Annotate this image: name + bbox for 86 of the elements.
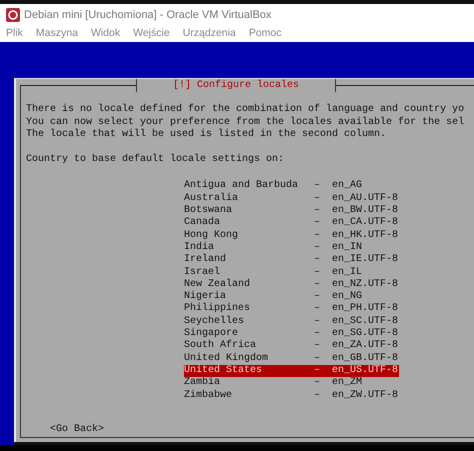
- locale-option[interactable]: United States – en_US.UTF-8: [184, 364, 399, 378]
- country-name: United Kingdom: [184, 352, 270, 364]
- app-icon: [6, 8, 20, 22]
- separator-dash: –: [314, 352, 322, 365]
- message-line: There is no locale defined for the combination of language and country yo: [26, 104, 466, 116]
- country-name: Singapore: [184, 328, 240, 340]
- locale-option[interactable]: Botswana – en_BW.UTF-8: [184, 205, 399, 218]
- menu-item[interactable]: Plik: [6, 26, 23, 42]
- locale-option[interactable]: Zimbabwe – en_ZW.UTF-8: [184, 390, 399, 402]
- locale-code: en_SC.UTF-8: [332, 316, 398, 328]
- locale-code: en_HK.UTF-8: [332, 230, 398, 242]
- locale-code: en_ZA.UTF-8: [332, 340, 398, 353]
- prompt-text: Country to base default locale settings on:: [26, 154, 286, 166]
- message-line: You can now select your preference from the locales available for the sel: [26, 116, 466, 128]
- country-name: Ireland: [184, 254, 228, 266]
- separator-dash: –: [314, 303, 322, 316]
- locale-code: en_GB.UTF-8: [332, 352, 398, 365]
- menu-item[interactable]: Urządzenia: [182, 26, 236, 42]
- country-name: Philippines: [184, 303, 252, 316]
- locale-option[interactable]: India – en_IN: [184, 242, 399, 254]
- country-name: Hong Kong: [184, 230, 240, 242]
- country-name: New Zealand: [184, 278, 252, 290]
- menu-item[interactable]: Widok: [90, 26, 120, 42]
- locale-code: en_SG.UTF-8: [332, 328, 398, 340]
- separator-dash: –: [314, 192, 322, 206]
- locale-code: en_IE.UTF-8: [332, 254, 398, 267]
- locale-code: en_BW.UTF-8: [332, 205, 398, 217]
- locale-option[interactable]: Israel – en_IL: [184, 266, 399, 279]
- separator-dash: –: [314, 328, 322, 340]
- locale-code: en_NZ.UTF-8: [332, 278, 398, 291]
- separator-dash: –: [314, 377, 322, 390]
- locale-option[interactable]: Philippines – en_PH.UTF-8: [184, 303, 399, 316]
- locale-option[interactable]: Singapore – en_SG.UTF-8: [184, 328, 399, 340]
- locale-option[interactable]: Nigeria – en_NG: [184, 291, 399, 304]
- locale-code: en_AU.UTF-8: [332, 192, 398, 205]
- dialog-title: [!] Configure locales: [136, 79, 336, 92]
- country-name: Israel: [184, 266, 222, 278]
- locale-code: en_US.UTF-8: [332, 364, 398, 377]
- locale-option[interactable]: Seychelles – en_SC.UTF-8: [184, 316, 399, 328]
- locale-code: en_IL: [332, 266, 362, 279]
- locale-code: en_AG: [332, 180, 362, 193]
- separator-dash: –: [314, 278, 322, 292]
- locale-code: en_ZW.UTF-8: [332, 390, 398, 402]
- separator-dash: –: [314, 364, 322, 378]
- locale-option[interactable]: Canada – en_CA.UTF-8: [184, 217, 399, 230]
- locale-option[interactable]: Zambia – en_ZM: [184, 377, 399, 390]
- country-name: Seychelles: [184, 316, 246, 328]
- country-name: Nigeria: [184, 291, 228, 302]
- message-line: The locale that will be used is listed in the second column.: [26, 128, 388, 142]
- country-name: Antigua and Barbuda: [184, 180, 300, 192]
- locale-option[interactable]: United Kingdom – en_GB.UTF-8: [184, 352, 399, 365]
- locale-option[interactable]: Ireland – en_IE.UTF-8: [184, 254, 399, 267]
- country-name: India: [184, 242, 216, 254]
- locale-option[interactable]: New Zealand – en_NZ.UTF-8: [184, 278, 399, 292]
- locale-code: en_PH.UTF-8: [332, 303, 398, 316]
- separator-dash: –: [314, 266, 322, 279]
- separator-dash: –: [314, 316, 322, 328]
- separator-dash: –: [314, 254, 322, 267]
- separator-dash: –: [314, 180, 322, 193]
- separator-dash: –: [314, 217, 322, 230]
- locale-code: en_CA.UTF-8: [332, 217, 398, 230]
- country-name: South Africa: [184, 340, 258, 352]
- country-name: Zambia: [184, 377, 222, 390]
- country-name: Canada: [184, 217, 222, 230]
- country-name: Botswana: [184, 205, 234, 216]
- locale-option[interactable]: Antigua and Barbuda – en_AG: [184, 180, 399, 193]
- locale-option[interactable]: Hong Kong – en_HK.UTF-8: [184, 230, 399, 242]
- country-name: Zimbabwe: [184, 390, 234, 402]
- separator-dash: –: [314, 390, 322, 402]
- window-title: Debian mini [Uruchomiona] - Oracle VM VirtualBox: [24, 8, 272, 23]
- locale-option[interactable]: South Africa – en_ZA.UTF-8: [184, 340, 399, 353]
- country-name: Australia: [184, 192, 240, 205]
- locale-code: en_NG: [332, 291, 362, 303]
- separator-dash: –: [314, 340, 322, 353]
- menu-item[interactable]: Maszyna: [36, 26, 78, 42]
- locale-code: en_IN: [332, 242, 362, 254]
- separator-dash: –: [314, 291, 322, 304]
- locale-option[interactable]: Australia – en_AU.UTF-8: [184, 192, 399, 206]
- locale-code: en_ZM: [332, 377, 362, 390]
- separator-dash: –: [314, 242, 322, 254]
- separator-dash: –: [314, 205, 322, 218]
- separator-dash: –: [314, 230, 322, 242]
- menu-item[interactable]: Pomoc: [248, 26, 282, 42]
- menu-item[interactable]: Wejście: [133, 26, 170, 42]
- go-back-button[interactable]: <Go Back>: [50, 424, 104, 436]
- country-name: United States: [184, 364, 264, 376]
